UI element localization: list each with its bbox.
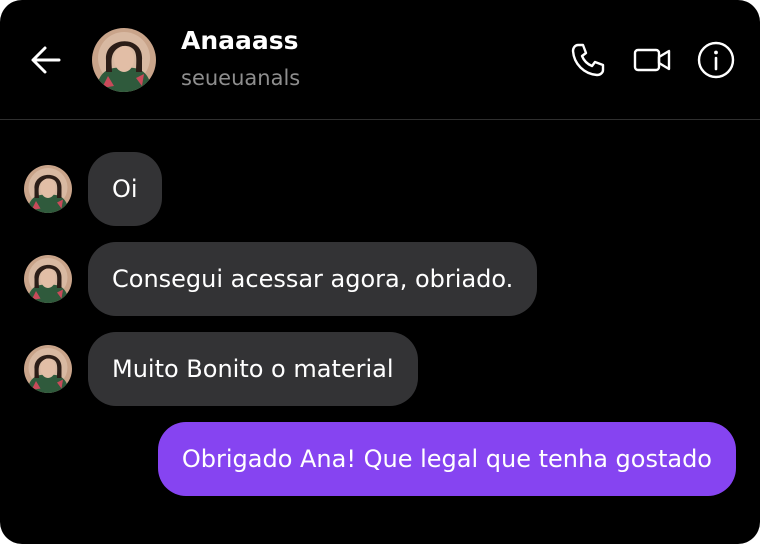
video-call-button[interactable] [632, 40, 672, 80]
sender-avatar[interactable] [24, 345, 72, 393]
message-row: Consegui acessar agora, obriado. [0, 242, 760, 316]
video-camera-icon [633, 48, 671, 72]
incoming-message-bubble[interactable]: Oi [88, 152, 162, 226]
profile-photo [24, 345, 72, 393]
conversation-info-button[interactable] [696, 40, 736, 80]
sender-avatar[interactable] [24, 255, 72, 303]
info-icon [697, 41, 735, 79]
incoming-message-bubble[interactable]: Consegui acessar agora, obriado. [88, 242, 538, 316]
message-row: Muito Bonito o material [0, 332, 760, 406]
message-row: Oi [0, 152, 760, 226]
phone-icon [571, 43, 605, 77]
arrow-left-icon [31, 46, 61, 74]
back-button[interactable] [26, 40, 66, 80]
chat-header: Anaaass seueuanals [0, 0, 760, 120]
incoming-message-bubble[interactable]: Muito Bonito o material [88, 332, 418, 406]
contact-username: seueuanals [181, 66, 301, 90]
contact-avatar[interactable] [92, 28, 156, 92]
profile-photo [92, 28, 156, 92]
chat-window: Anaaass seueuanals Oi Consegui acessar a… [0, 0, 760, 544]
outgoing-message-bubble[interactable]: Obrigado Ana! Que legal que tenha gostad… [157, 422, 736, 496]
profile-photo [24, 165, 72, 213]
sender-avatar[interactable] [24, 165, 72, 213]
contact-name: Anaaass [181, 26, 299, 55]
profile-photo [24, 255, 72, 303]
voice-call-button[interactable] [568, 40, 608, 80]
message-row: Obrigado Ana! Que legal que tenha gostad… [0, 422, 760, 496]
